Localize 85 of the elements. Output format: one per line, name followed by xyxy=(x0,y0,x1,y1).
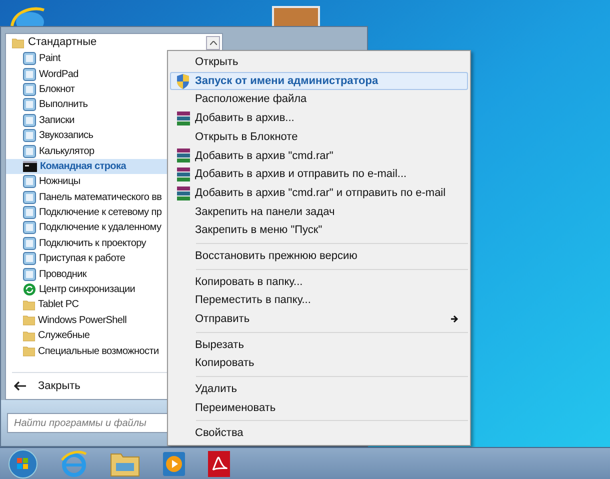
app-icon xyxy=(23,236,36,250)
folder-icon xyxy=(23,314,35,326)
books-icon xyxy=(176,148,190,164)
program-label: Приступая к работе xyxy=(39,252,126,266)
app-icon xyxy=(23,82,36,96)
menu-label: Добавить в архив "cmd.rar" и отправить по e-mail xyxy=(195,186,447,201)
menu-item[interactable]: Переместить в папку... xyxy=(170,291,468,310)
app-icon xyxy=(23,114,36,127)
program-label: Блокнот xyxy=(39,82,75,97)
app-icon xyxy=(23,68,36,81)
app-icon xyxy=(23,175,36,188)
menu-item[interactable]: Запуск от имени администратора xyxy=(170,72,468,90)
folder-icon xyxy=(23,330,35,342)
app-icon xyxy=(23,252,36,266)
menu-label: Копировать в папку... xyxy=(195,274,304,290)
shield-icon xyxy=(176,74,190,89)
app-icon xyxy=(23,98,36,112)
program-label: Центр синхронизации xyxy=(39,283,136,298)
menu-label: Добавить в архив... xyxy=(195,111,296,126)
folder-icon[interactable] xyxy=(110,450,140,476)
books-icon xyxy=(176,186,190,201)
program-label: Выполнить xyxy=(39,98,88,112)
program-label: Панель математического вв xyxy=(39,190,162,205)
menu-label: Удалить xyxy=(195,382,238,398)
program-label: Ножницы xyxy=(39,175,80,190)
menu-item[interactable]: Отправить xyxy=(170,310,468,329)
program-label: Записки xyxy=(39,114,74,128)
folder-label[interactable]: Стандартные xyxy=(28,34,206,51)
menu-label: Открыть xyxy=(195,55,240,70)
program-label: Проводник xyxy=(39,268,86,282)
menu-item[interactable]: Добавить в архив "cmd.rar" и отправить по e-mail xyxy=(170,184,468,202)
books-icon xyxy=(176,166,190,182)
document-icon[interactable] xyxy=(208,450,230,476)
console-icon xyxy=(23,160,37,172)
menu-label: Восстановить прежнюю версию xyxy=(195,248,358,264)
program-label: Paint xyxy=(39,52,60,66)
menu-item[interactable]: Вырезать xyxy=(170,336,468,354)
submenu-arrow-icon xyxy=(451,315,459,324)
scroll-up-button[interactable] xyxy=(206,36,220,50)
folder-icon xyxy=(12,36,24,48)
menu-item[interactable]: Расположение файла xyxy=(170,90,468,110)
app-icon xyxy=(23,129,36,142)
menu-label: Запуск от имени администратора xyxy=(195,74,380,89)
menu-label: Отправить xyxy=(195,312,251,328)
program-label: Windows PowerShell xyxy=(38,314,127,328)
program-label: Подключение к сетевому пр xyxy=(39,206,162,220)
menu-label: Переместить в папку... xyxy=(195,293,312,308)
program-label: Служебные xyxy=(38,329,90,344)
menu-item[interactable]: Добавить в архив... xyxy=(170,109,468,128)
menu-item[interactable]: Удалить xyxy=(170,380,468,399)
app-icon xyxy=(23,206,36,220)
program-label: Подключить к проектору xyxy=(39,236,146,251)
program-label: Подключение к удаленному xyxy=(39,221,162,236)
program-label: Звукозапись xyxy=(39,129,94,144)
app-icon xyxy=(23,52,36,66)
program-label: Калькулятор xyxy=(39,144,94,159)
caret-up-icon xyxy=(210,40,216,44)
program-label: Командная строка xyxy=(40,160,126,174)
start-orb-icon[interactable] xyxy=(8,448,38,478)
program-label: Tablet PC xyxy=(38,298,79,312)
sync-icon xyxy=(23,283,36,296)
menu-item[interactable]: Копировать xyxy=(170,354,468,373)
menu-label: Закрепить в меню "Пуск" xyxy=(195,223,324,238)
menu-item[interactable]: Закрепить на панели задач xyxy=(170,202,468,222)
menu-item[interactable]: Открыть в Блокноте xyxy=(170,128,468,146)
play-icon[interactable] xyxy=(162,450,186,476)
menu-label: Вырезать xyxy=(195,338,245,353)
back-arrow-icon xyxy=(14,381,26,391)
app-icon xyxy=(23,221,36,234)
menu-label: Копировать xyxy=(195,356,256,372)
menu-label: Закрепить на панели задач xyxy=(195,204,336,220)
app-icon xyxy=(23,144,36,158)
folder-icon xyxy=(23,298,35,311)
program-label: Специальные возможности xyxy=(38,344,159,359)
app-icon xyxy=(23,268,36,281)
program-label: WordPad xyxy=(39,68,78,82)
menu-label: Расположение файла xyxy=(195,92,308,108)
app-icon xyxy=(23,190,36,204)
menu-label: Переименовать xyxy=(195,400,277,416)
menu-item[interactable]: Открыть xyxy=(170,53,468,72)
folder-icon xyxy=(23,345,35,358)
menu-item[interactable]: Копировать в папку... xyxy=(170,272,468,292)
menu-label: Открыть в Блокноте xyxy=(195,130,299,145)
books-icon xyxy=(176,110,190,126)
browser-icon[interactable] xyxy=(60,450,88,478)
